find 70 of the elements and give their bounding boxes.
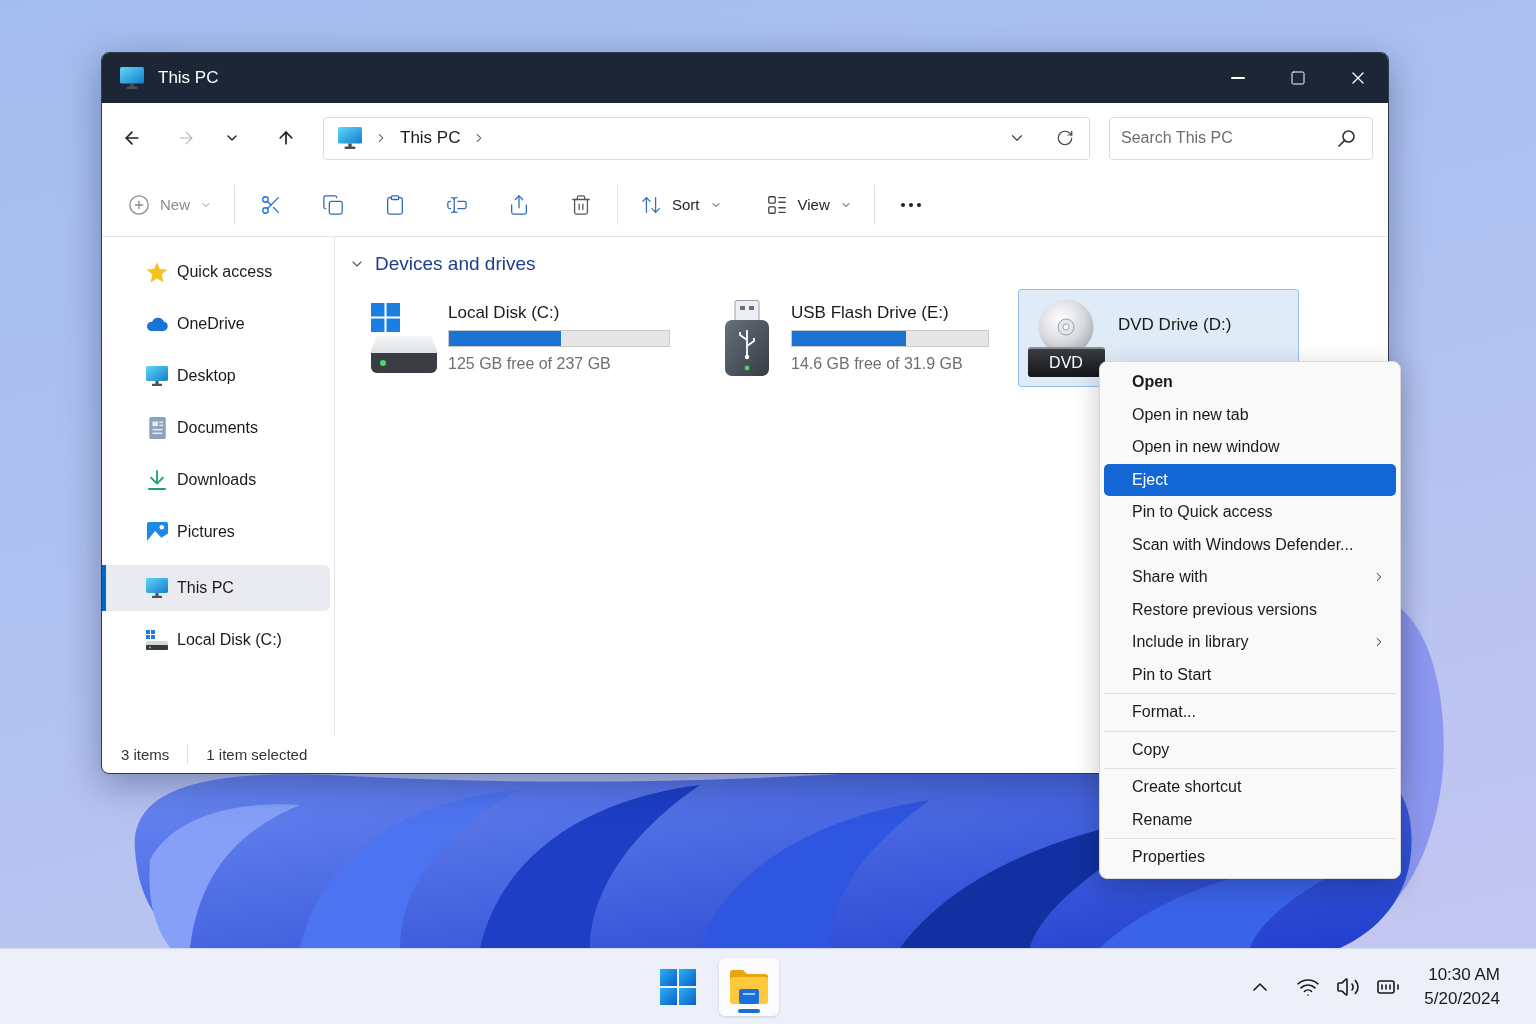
menu-item[interactable]: Restore previous versions (1104, 593, 1396, 626)
menu-item[interactable]: Share with (1104, 561, 1396, 594)
list-layout-icon (765, 193, 788, 216)
window-title: This PC (158, 68, 219, 88)
address-bar[interactable]: This PC (323, 116, 1090, 160)
monitor-icon (146, 365, 168, 387)
monitor-icon (146, 577, 168, 599)
section-title: Devices and drives (375, 253, 536, 275)
clipboard-icon (384, 193, 406, 216)
menu-item[interactable]: Open in new tab (1104, 398, 1396, 431)
menu-item[interactable]: Copy (1104, 733, 1396, 766)
drive-space-text: 125 GB free of 237 GB (448, 355, 612, 373)
file-explorer-button[interactable] (719, 957, 779, 1016)
refresh-button[interactable] (1056, 129, 1074, 147)
sidebar-item[interactable]: This PC (102, 565, 330, 611)
windows-logo-icon (660, 968, 696, 1005)
drive-name: DVD Drive (D:) (1118, 314, 1232, 335)
refresh-icon (1056, 129, 1074, 147)
sidebar-item[interactable]: Pictures (102, 509, 330, 555)
sidebar-item[interactable]: Desktop (102, 353, 330, 399)
view-button[interactable]: View (757, 184, 860, 225)
hard-drive-icon (371, 303, 437, 373)
copy-icon (322, 193, 344, 216)
drive-tile[interactable]: Local Disk (C:) 125 GB free of 237 GB (356, 289, 683, 387)
menu-item[interactable]: Pin to Start (1104, 658, 1396, 691)
drive-name: USB Flash Drive (E:) (791, 303, 950, 323)
drive-icon (146, 630, 168, 650)
picture-icon (146, 521, 168, 543)
more-icon (900, 202, 921, 207)
menu-item[interactable]: Format... (1104, 696, 1396, 729)
maximize-icon (1290, 70, 1306, 86)
monitor-icon (120, 67, 144, 89)
drive-name: Local Disk (C:) (448, 303, 561, 323)
sidebar-item[interactable]: Documents (102, 405, 330, 451)
share-icon (508, 193, 530, 216)
trash-icon (570, 193, 592, 216)
sidebar-item[interactable]: Downloads (102, 457, 330, 503)
drive-space-text: 14.6 GB free of 31.9 GB (791, 355, 964, 373)
menu-item[interactable]: Eject (1104, 463, 1396, 496)
active-indicator (738, 1008, 760, 1013)
breadcrumb-item[interactable]: This PC (400, 128, 461, 148)
menu-item[interactable]: Create shortcut (1104, 771, 1396, 804)
download-icon (148, 470, 166, 490)
usb-drive-icon (725, 300, 769, 376)
sort-button[interactable]: Sort (632, 184, 730, 225)
folder-icon (730, 969, 768, 1004)
selection-count-text: 1 item selected (206, 745, 308, 763)
item-count-text: 3 items (121, 745, 170, 763)
menu-item[interactable]: Include in library (1104, 626, 1396, 659)
menu-item[interactable]: Rename (1104, 803, 1396, 836)
clock-date[interactable]: 5/20/2024 (1424, 986, 1500, 1011)
menu-item[interactable]: Pin to Quick access (1104, 496, 1396, 529)
sidebar-item[interactable]: OneDrive (102, 301, 330, 347)
clock-time[interactable]: 10:30 AM (1428, 962, 1500, 987)
menu-item[interactable]: Properties (1104, 841, 1396, 874)
plus-circle-icon (128, 193, 150, 216)
scissors-icon (260, 193, 282, 216)
menu-item[interactable]: Open in new window (1104, 431, 1396, 464)
star-icon (146, 261, 168, 283)
monitor-icon (338, 127, 362, 149)
sidebar-item[interactable]: Quick access (102, 249, 330, 295)
search-icon (1338, 129, 1355, 147)
minimize-icon (1231, 77, 1245, 79)
search-field[interactable]: Search This PC (1109, 116, 1373, 160)
cloud-icon (146, 317, 168, 331)
drive-tile[interactable]: USB Flash Drive (E:) 14.6 GB free of 31.9 GB (699, 289, 1002, 387)
document-icon (148, 417, 166, 439)
menu-item[interactable]: Scan with Windows Defender... (1104, 528, 1396, 561)
sidebar-item[interactable]: Local Disk (C:) (102, 617, 330, 663)
drive-label: DVD (1027, 347, 1105, 377)
